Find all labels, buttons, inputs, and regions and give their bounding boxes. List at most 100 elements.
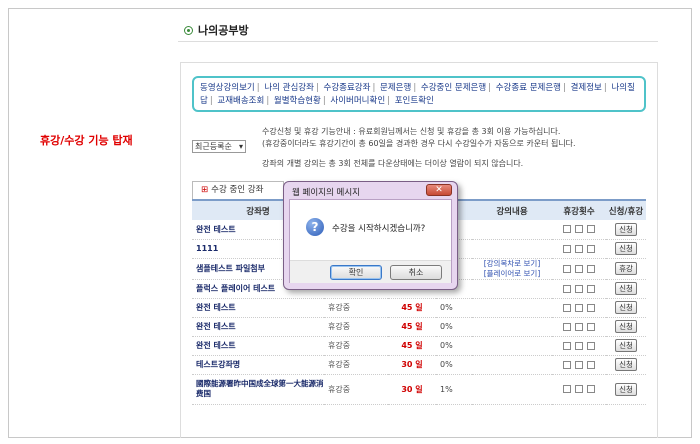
course-name[interactable]: 國際能源署昨中国成全球第一大能源消费国 xyxy=(192,374,324,405)
pause-checkboxes xyxy=(552,239,606,259)
sort-select[interactable]: 최근등록순 xyxy=(192,140,246,153)
nav-link-textbook-delivery[interactable]: 교재배송조회 xyxy=(217,96,264,106)
course-links: [강의목차로 보기] [플레이어로 보기] xyxy=(472,258,552,280)
pause-checkbox[interactable] xyxy=(563,341,571,350)
pause-checkbox[interactable] xyxy=(587,385,595,393)
pause-checkbox[interactable] xyxy=(575,264,583,273)
action-cell: 신청 xyxy=(606,298,646,318)
pause-checkbox[interactable] xyxy=(575,284,583,293)
pause-checkbox[interactable] xyxy=(587,264,595,273)
pause-checkbox[interactable] xyxy=(587,322,595,331)
pause-checkbox[interactable] xyxy=(563,322,571,331)
apply-button[interactable]: 신청 xyxy=(615,382,637,396)
action-cell: 신청 xyxy=(606,355,646,375)
apply-button[interactable]: 신청 xyxy=(615,358,637,371)
apply-button[interactable]: 신청 xyxy=(615,301,637,314)
question-icon: ? xyxy=(306,218,324,236)
confirm-dialog: 웹 페이지의 메시지 ✕ ? 수강을 시작하시겠습니까? 확인 취소 xyxy=(283,181,458,290)
pause-checkbox[interactable] xyxy=(563,385,571,393)
nav-link-payment[interactable]: 결제정보 xyxy=(571,83,602,93)
pause-checkbox[interactable] xyxy=(587,284,595,293)
pause-checkbox[interactable] xyxy=(563,360,571,369)
pause-button[interactable]: 휴강 xyxy=(615,262,637,275)
apply-button[interactable]: 신청 xyxy=(615,320,637,333)
course-links xyxy=(472,298,552,318)
pause-checkboxes xyxy=(552,374,606,405)
nav-link-ended-question-bank[interactable]: 수강종료 문제은행 xyxy=(496,83,561,93)
link-player-view[interactable]: [플레이어로 보기] xyxy=(472,269,552,279)
dialog-title: 웹 페이지의 메시지 xyxy=(292,188,360,198)
pause-checkbox[interactable] xyxy=(587,360,595,369)
dialog-message: 수강을 시작하시겠습니까? xyxy=(332,224,426,234)
nav-link-active-question-bank[interactable]: 수강중인 문제은행 xyxy=(421,83,486,93)
course-links xyxy=(472,317,552,337)
title-divider xyxy=(178,41,658,42)
pause-checkbox[interactable] xyxy=(587,244,595,253)
action-cell: 신청 xyxy=(606,374,646,405)
pause-checkbox[interactable] xyxy=(587,341,595,350)
course-name[interactable]: 완전 테스트 xyxy=(192,317,324,337)
pause-checkbox[interactable] xyxy=(575,225,583,234)
notice-line-2: (휴강중이더라도 휴강기간이 총 60일을 경과한 경우 다시 수강일수가 자동… xyxy=(262,139,576,148)
pause-checkbox[interactable] xyxy=(575,385,583,393)
nav-link-question-bank[interactable]: 문제은행 xyxy=(380,83,411,93)
page-title: 나의공부방 xyxy=(184,22,249,38)
apply-button[interactable]: 신청 xyxy=(615,339,637,352)
bullet-icon xyxy=(184,25,193,35)
pause-checkbox[interactable] xyxy=(563,303,571,312)
pause-checkbox[interactable] xyxy=(575,360,583,369)
pause-checkbox[interactable] xyxy=(563,225,571,234)
dialog-body: ? 수강을 시작하시겠습니까? 확인 취소 xyxy=(289,199,452,283)
apply-button[interactable]: 신청 xyxy=(615,242,637,255)
close-icon[interactable]: ✕ xyxy=(426,184,452,196)
pause-checkbox[interactable] xyxy=(575,322,583,331)
course-days: 30 일 xyxy=(388,355,436,375)
cancel-button[interactable]: 취소 xyxy=(390,265,442,280)
action-cell: 신청 xyxy=(606,279,646,299)
course-links xyxy=(472,220,552,240)
nav-link-lectures[interactable]: 동영상강의보기 xyxy=(200,83,255,93)
pause-checkboxes xyxy=(552,258,606,280)
course-links xyxy=(472,239,552,259)
nav-link-monthly-status[interactable]: 월별학습현황 xyxy=(274,96,321,106)
pause-checkboxes xyxy=(552,336,606,356)
course-days: 45 일 xyxy=(388,298,436,318)
pause-checkboxes xyxy=(552,298,606,318)
nav-link-cyber-money[interactable]: 사이버머니확인 xyxy=(330,96,385,106)
course-name[interactable]: 완전 테스트 xyxy=(192,298,324,318)
course-status: 휴강중 xyxy=(324,317,388,337)
header-pause-count: 휴강횟수 xyxy=(552,199,606,220)
course-progress: 1% xyxy=(436,374,472,405)
pause-checkboxes xyxy=(552,279,606,299)
study-nav: 동영상강의보기 | 나의 관심강좌 | 수강종료강좌 | 문제은행 | 수강중인 문제은… xyxy=(192,76,646,112)
course-progress: 0% xyxy=(436,336,472,356)
course-status: 휴강중 xyxy=(324,374,388,405)
nav-link-favorites[interactable]: 나의 관심강좌 xyxy=(264,83,314,93)
tab-marker-icon: ⊞ xyxy=(201,185,209,195)
course-status: 휴강중 xyxy=(324,355,388,375)
nav-link-ended-courses[interactable]: 수강종료강좌 xyxy=(324,83,371,93)
link-toc-view[interactable]: [강의목차로 보기] xyxy=(472,259,552,269)
course-links xyxy=(472,355,552,375)
pause-checkbox[interactable] xyxy=(575,303,583,312)
pause-checkboxes xyxy=(552,317,606,337)
course-days: 30 일 xyxy=(388,374,436,405)
pause-checkbox[interactable] xyxy=(575,341,583,350)
course-name[interactable]: 테스트강좌명 xyxy=(192,355,324,375)
pause-checkboxes xyxy=(552,220,606,240)
apply-button[interactable]: 신청 xyxy=(615,222,637,236)
pause-checkbox[interactable] xyxy=(587,225,595,234)
header-apply-pause: 신청/휴강 xyxy=(606,199,646,220)
pause-checkbox[interactable] xyxy=(563,284,571,293)
course-name[interactable]: 완전 테스트 xyxy=(192,336,324,356)
pause-checkbox[interactable] xyxy=(563,264,571,273)
table-row: 완전 테스트 휴강중 45 일 0% 신청 xyxy=(192,298,646,318)
nav-link-points[interactable]: 포인트확인 xyxy=(395,96,434,106)
apply-button[interactable]: 신청 xyxy=(615,282,637,295)
pause-checkbox[interactable] xyxy=(587,303,595,312)
tab-active-courses[interactable]: ⊞ 수강 중인 강좌 xyxy=(192,181,284,199)
pause-checkbox[interactable] xyxy=(575,244,583,253)
pause-checkbox[interactable] xyxy=(563,244,571,253)
action-cell: 신청 xyxy=(606,336,646,356)
confirm-button[interactable]: 확인 xyxy=(330,265,382,280)
